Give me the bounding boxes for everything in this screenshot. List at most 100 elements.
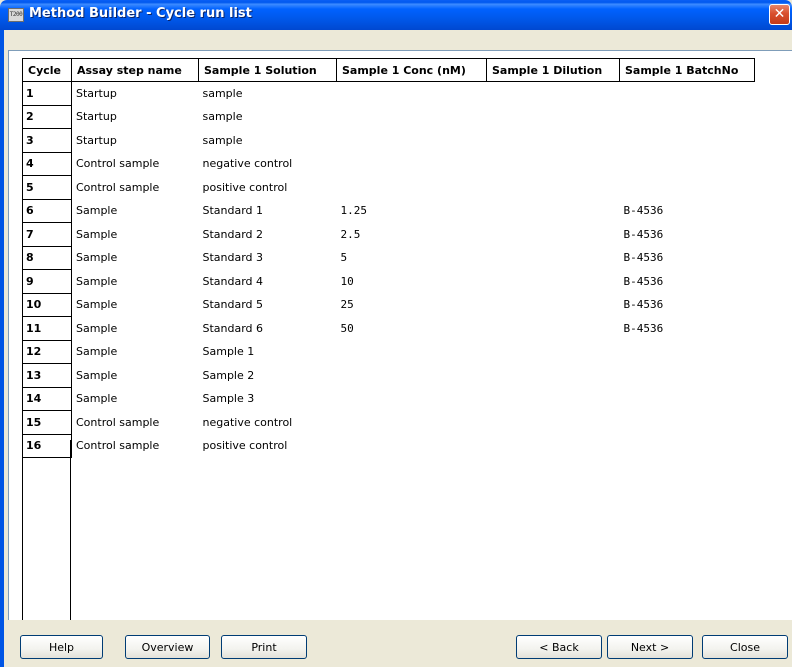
assay-step-cell[interactable]: Sample <box>72 317 199 341</box>
table-row[interactable]: 4 Control sample negative control <box>22 151 755 176</box>
table-row[interactable]: 14 Sample Sample 3 <box>22 386 755 411</box>
assay-step-cell[interactable]: Sample <box>72 340 199 364</box>
table-row[interactable]: 8 Sample Standard 3 5 B-4536 <box>22 245 755 270</box>
column-header-sample-solution[interactable]: Sample 1 Solution <box>198 58 337 82</box>
cycle-cell[interactable]: 8 <box>22 245 72 270</box>
table-row[interactable]: 9 Sample Standard 4 10 B-4536 <box>22 269 755 294</box>
batchno-cell[interactable] <box>620 129 755 153</box>
table-row[interactable]: 2 Startup sample <box>22 104 755 129</box>
table-row[interactable]: 15 Control sample negative control <box>22 410 755 435</box>
dilution-cell[interactable] <box>487 340 620 364</box>
dilution-cell[interactable] <box>487 223 620 247</box>
dilution-cell[interactable] <box>487 246 620 270</box>
title-bar[interactable]: T200 Method Builder - Cycle run list ✕ <box>0 0 792 30</box>
table-row[interactable]: 13 Sample Sample 2 <box>22 363 755 388</box>
batchno-cell[interactable] <box>620 434 755 458</box>
solution-cell[interactable]: negative control <box>199 411 337 435</box>
batchno-cell[interactable] <box>620 105 755 129</box>
batchno-cell[interactable] <box>620 364 755 388</box>
batchno-cell[interactable] <box>620 340 755 364</box>
batchno-cell[interactable] <box>620 411 755 435</box>
batchno-cell[interactable] <box>620 152 755 176</box>
dilution-cell[interactable] <box>487 364 620 388</box>
solution-cell[interactable]: Sample 2 <box>199 364 337 388</box>
solution-cell[interactable]: Standard 3 <box>199 246 337 270</box>
assay-step-cell[interactable]: Sample <box>72 199 199 223</box>
batchno-cell[interactable] <box>620 176 755 200</box>
table-row[interactable]: 11 Sample Standard 6 50 B-4536 <box>22 316 755 341</box>
assay-step-cell[interactable]: Control sample <box>72 152 199 176</box>
dilution-cell[interactable] <box>487 152 620 176</box>
conc-cell[interactable] <box>337 387 487 411</box>
solution-cell[interactable]: Standard 6 <box>199 317 337 341</box>
dilution-cell[interactable] <box>487 317 620 341</box>
solution-cell[interactable]: Standard 4 <box>199 270 337 294</box>
back-button[interactable]: < Back <box>516 635 602 659</box>
cycle-cell[interactable]: 14 <box>22 386 72 411</box>
solution-cell[interactable]: Standard 2 <box>199 223 337 247</box>
close-button[interactable]: Close <box>702 635 788 659</box>
conc-cell[interactable] <box>337 340 487 364</box>
cycle-cell[interactable]: 12 <box>22 339 72 364</box>
solution-cell[interactable]: Sample 1 <box>199 340 337 364</box>
solution-cell[interactable]: sample <box>199 129 337 153</box>
solution-cell[interactable]: Sample 3 <box>199 387 337 411</box>
assay-step-cell[interactable]: Sample <box>72 293 199 317</box>
dilution-cell[interactable] <box>487 411 620 435</box>
table-row[interactable]: 16 Control sample positive control <box>22 433 755 458</box>
batchno-cell[interactable]: B-4536 <box>620 199 755 223</box>
conc-cell[interactable]: 25 <box>337 293 487 317</box>
conc-cell[interactable] <box>337 152 487 176</box>
assay-step-cell[interactable]: Startup <box>72 82 199 106</box>
cycle-cell[interactable]: 11 <box>22 316 72 341</box>
dilution-cell[interactable] <box>487 199 620 223</box>
batchno-cell[interactable] <box>620 387 755 411</box>
batchno-cell[interactable]: B-4536 <box>620 223 755 247</box>
assay-step-cell[interactable]: Sample <box>72 364 199 388</box>
dilution-cell[interactable] <box>487 387 620 411</box>
table-row[interactable]: 1 Startup sample <box>22 81 755 106</box>
conc-cell[interactable]: 1.25 <box>337 199 487 223</box>
batchno-cell[interactable]: B-4536 <box>620 293 755 317</box>
batchno-cell[interactable]: B-4536 <box>620 246 755 270</box>
cycle-cell[interactable]: 1 <box>22 81 72 106</box>
dilution-cell[interactable] <box>487 434 620 458</box>
conc-cell[interactable] <box>337 129 487 153</box>
conc-cell[interactable]: 50 <box>337 317 487 341</box>
cycle-cell[interactable]: 15 <box>22 410 72 435</box>
table-row[interactable]: 10 Sample Standard 5 25 B-4536 <box>22 292 755 317</box>
solution-cell[interactable]: sample <box>199 105 337 129</box>
assay-step-cell[interactable]: Sample <box>72 387 199 411</box>
conc-cell[interactable]: 2.5 <box>337 223 487 247</box>
conc-cell[interactable]: 10 <box>337 270 487 294</box>
cycle-cell[interactable]: 5 <box>22 175 72 200</box>
assay-step-cell[interactable]: Sample <box>72 223 199 247</box>
cycle-cell[interactable]: 10 <box>22 292 72 317</box>
column-header-sample-dilution[interactable]: Sample 1 Dilution <box>486 58 620 82</box>
print-button[interactable]: Print <box>221 635 307 659</box>
column-header-cycle[interactable]: Cycle <box>22 58 72 82</box>
help-button[interactable]: Help <box>20 635 103 659</box>
assay-step-cell[interactable]: Startup <box>72 105 199 129</box>
cycle-cell[interactable]: 13 <box>22 363 72 388</box>
solution-cell[interactable]: Standard 1 <box>199 199 337 223</box>
dilution-cell[interactable] <box>487 105 620 129</box>
assay-step-cell[interactable]: Control sample <box>72 176 199 200</box>
cycle-cell[interactable]: 6 <box>22 198 72 223</box>
assay-step-cell[interactable]: Startup <box>72 129 199 153</box>
assay-step-cell[interactable]: Control sample <box>72 434 199 458</box>
cycle-run-list-panel[interactable]: Cycle Assay step name Sample 1 Solution … <box>8 50 792 620</box>
table-row[interactable]: 7 Sample Standard 2 2.5 B-4536 <box>22 222 755 247</box>
solution-cell[interactable]: sample <box>199 82 337 106</box>
assay-step-cell[interactable]: Control sample <box>72 411 199 435</box>
cycle-cell[interactable]: 7 <box>22 222 72 247</box>
column-header-sample-conc[interactable]: Sample 1 Conc (nM) <box>336 58 487 82</box>
assay-step-cell[interactable]: Sample <box>72 270 199 294</box>
dilution-cell[interactable] <box>487 270 620 294</box>
batchno-cell[interactable] <box>620 82 755 106</box>
table-row[interactable]: 3 Startup sample <box>22 128 755 153</box>
column-header-assay-step-name[interactable]: Assay step name <box>71 58 199 82</box>
conc-cell[interactable] <box>337 105 487 129</box>
dilution-cell[interactable] <box>487 82 620 106</box>
table-row[interactable]: 5 Control sample positive control <box>22 175 755 200</box>
